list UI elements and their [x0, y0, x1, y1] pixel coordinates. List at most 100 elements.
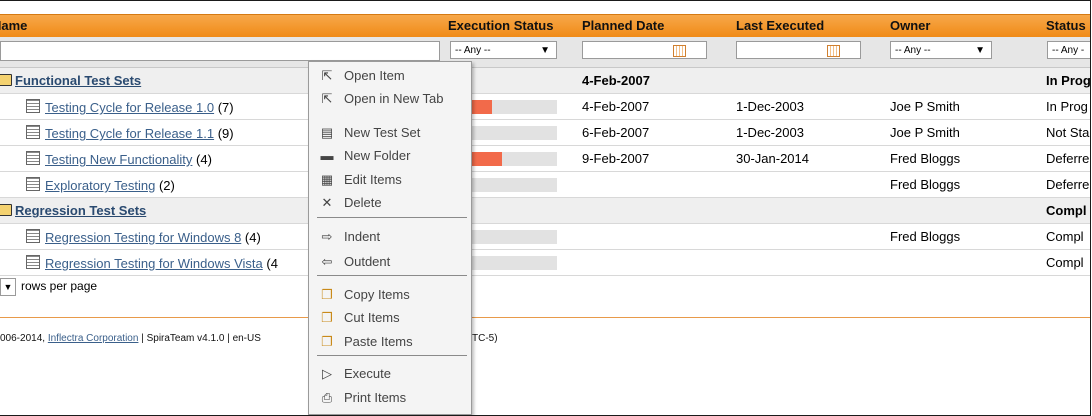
status-cell: In Prog: [1046, 99, 1088, 114]
delete-icon: ✕: [321, 195, 333, 210]
owner-cell: Fred Bloggs: [890, 177, 961, 192]
column-header-last-executed[interactable]: Last Executed: [736, 18, 824, 33]
menu-item-label: Edit Items: [344, 172, 402, 187]
table-row[interactable]: Testing Cycle for Release 1.0 (7) 4-Feb-…: [0, 94, 1090, 120]
column-header-owner[interactable]: Owner: [890, 18, 930, 33]
planned-date-cell: 4-Feb-2007: [582, 99, 650, 114]
folder-link[interactable]: Functional Test Sets: [15, 73, 141, 88]
menu-item-label: Open in New Tab: [344, 91, 444, 106]
menu-item-copy-items[interactable]: ❐ Copy Items: [309, 284, 471, 306]
test-set-link[interactable]: Testing New Functionality: [45, 152, 192, 167]
owner-cell: Joe P Smith: [890, 125, 960, 140]
menu-item-open-new-tab[interactable]: ⇱ Open in New Tab: [309, 88, 471, 110]
status-cell: Deferre: [1046, 177, 1090, 192]
table-row[interactable]: Testing Cycle for Release 1.1 (9) 6-Feb-…: [0, 120, 1090, 146]
planned-date-filter-input[interactable]: [582, 41, 707, 59]
footer-copyright: 006-2014,: [0, 333, 48, 344]
owner-cell: Joe P Smith: [890, 99, 960, 114]
row-name-cell: Functional Test Sets: [0, 73, 141, 88]
menu-item-execute[interactable]: ▷ Execute: [309, 363, 471, 385]
status-cell: Compl: [1046, 255, 1084, 270]
status-cell: In Prog: [1046, 73, 1091, 88]
owner-filter-select[interactable]: -- Any -- ▼: [890, 41, 992, 59]
execution-status-filter-select[interactable]: -- Any -- ▼: [450, 41, 557, 59]
test-set-icon: [26, 177, 40, 191]
calendar-icon[interactable]: [673, 45, 686, 57]
last-executed-cell: 1-Dec-2003: [736, 99, 804, 114]
rows-per-page-select[interactable]: ▼: [0, 278, 16, 296]
folder-icon: ▬: [320, 148, 334, 163]
menu-divider: [317, 275, 467, 276]
row-name-cell: Regression Testing for Windows 8 (4): [26, 229, 261, 245]
table-row-folder[interactable]: Functional Test Sets 4-Feb-2007 In Prog: [0, 68, 1091, 94]
menu-item-label: New Folder: [344, 148, 411, 163]
folder-link[interactable]: Regression Test Sets: [15, 203, 146, 218]
owner-filter-value: -- Any --: [895, 45, 931, 56]
test-set-link[interactable]: Regression Testing for Windows Vista: [45, 256, 263, 271]
chevron-down-icon: ▼: [3, 282, 13, 292]
menu-item-print-items[interactable]: ⎙ Print Items: [309, 387, 471, 409]
test-set-link[interactable]: Testing Cycle for Release 1.0: [45, 100, 214, 115]
table-row[interactable]: Regression Testing for Windows Vista (4 …: [0, 250, 1090, 276]
menu-item-delete[interactable]: ✕ Delete: [309, 192, 471, 214]
menu-item-label: Cut Items: [344, 310, 400, 325]
menu-item-paste-items[interactable]: ❐ Paste Items: [309, 331, 471, 353]
name-filter-input[interactable]: [0, 41, 440, 61]
test-count: (2): [158, 178, 175, 193]
table-row[interactable]: Regression Testing for Windows 8 (4) Fre…: [0, 224, 1090, 250]
footer-version: | SpiraTeam v4.1.0 | en-US: [138, 333, 261, 344]
arrow-left-icon: ⇦: [321, 254, 333, 269]
test-set-link[interactable]: Regression Testing for Windows 8: [45, 230, 241, 245]
play-icon: ▷: [322, 366, 332, 381]
table-row-folder[interactable]: Regression Test Sets Compl: [0, 198, 1090, 224]
menu-item-label: New Test Set: [344, 125, 421, 140]
company-link[interactable]: Inflectra Corporation: [48, 333, 139, 344]
footer: 006-2014, Inflectra Corporation | SpiraT…: [0, 333, 261, 344]
test-set-icon: [26, 255, 40, 269]
menu-item-cut-items[interactable]: ❐ Cut Items: [309, 307, 471, 329]
paste-icon: ❐: [321, 334, 333, 349]
test-count: (4: [266, 256, 278, 271]
test-count: (7): [217, 100, 234, 115]
footer-divider: [0, 317, 1090, 318]
menu-item-label: Outdent: [344, 254, 391, 269]
column-header-planned-date[interactable]: Planned Date: [582, 18, 664, 33]
column-header-execution-status[interactable]: Execution Status: [448, 18, 553, 33]
test-set-icon: ▤: [320, 125, 334, 140]
execution-status-filter-value: -- Any --: [455, 45, 491, 56]
test-set-link[interactable]: Testing Cycle for Release 1.1: [45, 126, 214, 141]
menu-item-label: Indent: [344, 229, 381, 244]
context-menu: ⇱ Open Item ⇱ Open in New Tab ▤ New Test Se…: [308, 61, 472, 415]
test-set-link[interactable]: Exploratory Testing: [45, 178, 155, 193]
menu-item-new-test-set[interactable]: ▤ New Test Set: [309, 122, 471, 144]
test-count: (4): [244, 230, 261, 245]
test-set-icon: [26, 151, 40, 165]
table-row[interactable]: Exploratory Testing (2) Fred Bloggs Defe…: [0, 172, 1090, 198]
column-header-status[interactable]: Status: [1046, 18, 1086, 33]
menu-divider: [317, 217, 467, 218]
column-header-name[interactable]: Name: [0, 18, 27, 33]
menu-item-outdent[interactable]: ⇦ Outdent: [309, 251, 471, 273]
menu-item-new-folder[interactable]: ▬ New Folder: [309, 145, 471, 167]
test-count: (4): [196, 152, 212, 167]
status-cell: Compl: [1046, 229, 1084, 244]
planned-date-cell: 4-Feb-2007: [582, 73, 650, 88]
row-name-cell: Regression Test Sets: [0, 203, 146, 218]
folder-open-icon: [0, 74, 12, 86]
arrow-right-icon: ⇨: [321, 229, 333, 244]
menu-item-open-item[interactable]: ⇱ Open Item: [309, 65, 471, 87]
status-filter-value: -- Any -: [1052, 45, 1085, 56]
menu-item-edit-items[interactable]: ▦ Edit Items: [309, 169, 471, 191]
calendar-icon[interactable]: [827, 45, 840, 57]
menu-item-label: Paste Items: [344, 334, 413, 349]
status-cell: Not Sta: [1046, 125, 1090, 140]
test-set-icon: [26, 125, 40, 139]
last-executed-filter-input[interactable]: [736, 41, 861, 59]
table-row[interactable]: Testing New Functionality (4) 9-Feb-2007…: [0, 146, 1090, 172]
menu-item-label: Execute: [344, 366, 391, 381]
chevron-down-icon: ▼: [975, 45, 985, 56]
chevron-down-icon: ▼: [540, 45, 550, 56]
status-filter-select[interactable]: -- Any -: [1047, 41, 1090, 59]
menu-item-indent[interactable]: ⇨ Indent: [309, 226, 471, 248]
last-executed-cell: 1-Dec-2003: [736, 125, 804, 140]
